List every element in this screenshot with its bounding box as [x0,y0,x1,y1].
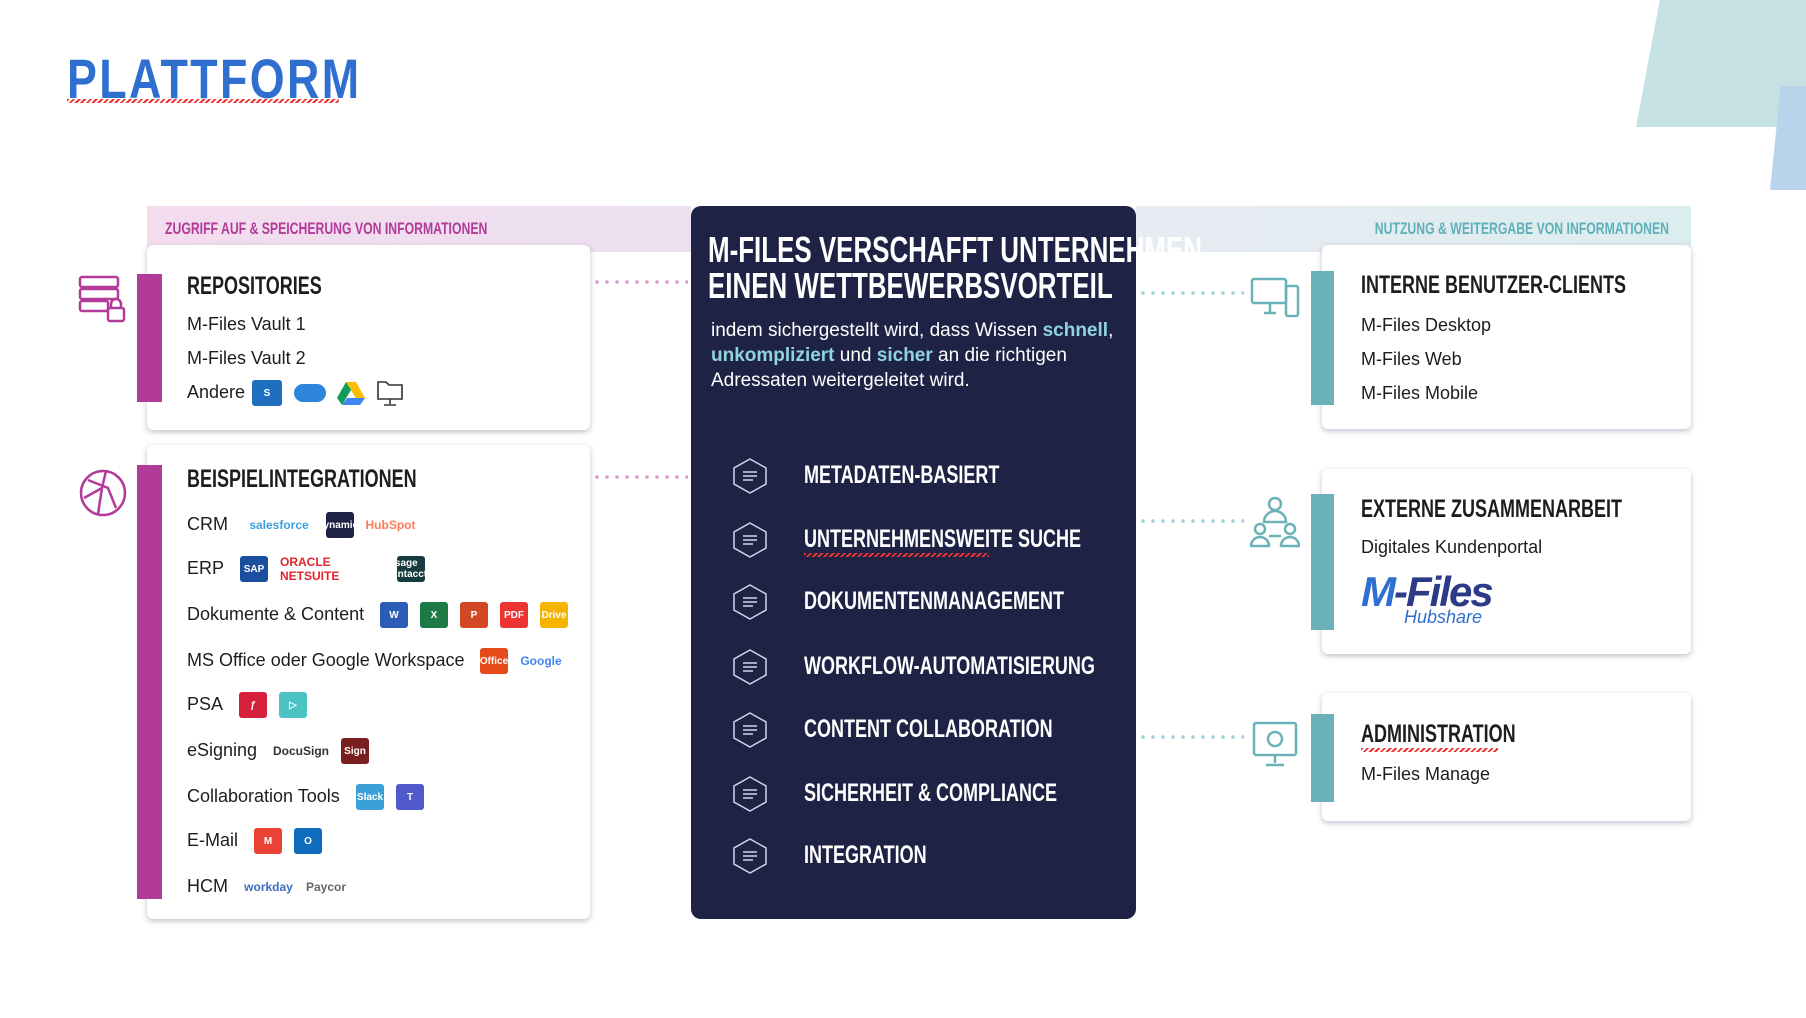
integration-label: Collaboration Tools [187,786,340,806]
monitor-gear-icon [1252,721,1298,767]
feature-label: UNTERNEHMENSWEITE SUCHE [804,525,1082,553]
feature-label: CONTENT COLLABORATION [804,715,1053,743]
integration-label: CRM [187,514,228,534]
m-logo: M [254,828,282,854]
connector [592,280,688,284]
puzzle-icon [731,837,769,880]
panel-title-line: EINEN WETTBEWERBSVORTEIL [708,265,1113,306]
w-logo: W [380,602,408,628]
t-logo: T [396,784,424,810]
server-lock-icon [78,275,126,323]
client-item: M-Files Desktop [1361,315,1492,335]
repo-item: Andere [187,382,246,402]
onedrive-icon [294,384,326,402]
integration-label: eSigning [187,740,258,760]
metadata-hexagon-icon [731,457,769,500]
client-item: M-Files Mobile [1361,383,1479,403]
slack-logo: Slack [356,784,384,810]
integration-label: E-Mail [187,830,239,850]
feature-label: METADATEN-BASIERT [804,461,1000,489]
--logo: ▷ [279,692,307,718]
feature-label: WORKFLOW-AUTOMATISIERUNG [804,652,1095,680]
center-panel: M-FILES VERSCHAFFT UNTERNEHMEN EINEN WET… [691,206,1202,919]
dynamics-logo: Dynamics [316,512,364,538]
--logo: ƒ [239,692,267,718]
collaboration-edit-icon [731,711,769,754]
hubshare-logo: Hubshare [1404,607,1483,627]
sage-intacct-logo: sage intacct [394,556,428,582]
x-logo: X [420,602,448,628]
document-star-icon [731,583,769,626]
salesforce-logo: salesforce [249,518,309,532]
pdf-logo: PDF [500,602,528,628]
integration-label: MS Office oder Google Workspace [187,650,465,670]
repo-item: M-Files Vault 1 [187,314,306,334]
network-folder-icon [377,381,403,406]
admin-item: M-Files Manage [1361,764,1491,784]
workflow-gear-icon [731,648,769,691]
integrations-title: BEISPIELINTEGRATIONEN [187,465,417,493]
paycor-logo: Paycor [305,880,347,894]
internal-title: INTERNE BENUTZER-CLIENTS [1361,271,1627,299]
google-logo: Google [520,654,562,668]
repositories-title: REPOSITORIES [187,272,322,300]
shield-person-icon [731,775,769,818]
binoculars-icon [731,521,769,564]
connector [1138,735,1244,739]
drive-logo: Drive [540,602,568,628]
feature-label: SICHERHEIT & COMPLIANCE [804,779,1058,807]
workday-logo: workday [244,880,293,894]
connector [1138,519,1244,523]
o-logo: O [294,828,322,854]
globe-network-icon [79,469,127,517]
repo-item: M-Files Vault 2 [187,348,306,368]
feature-label: DOKUMENTENMANAGEMENT [804,587,1064,615]
panel-text: indem sichergestellt wird, dass Wissen s… [711,320,1114,391]
connector [592,475,688,479]
feature-label: INTEGRATION [804,841,927,869]
google-drive-icon [337,382,365,405]
docusign-logo: DocuSign [273,744,329,758]
external-title: EXTERNE ZUSAMMENARBEIT [1361,495,1623,523]
sap-logo: SAP [240,556,268,582]
desktop-devices-icon [1250,277,1300,318]
client-item: M-Files Web [1361,349,1462,369]
panel-title-line: M-FILES VERSCHAFFT UNTERNEHMEN [708,229,1202,270]
integration-label: Dokumente & Content [187,604,365,624]
admin-title: ADMINISTRATION [1361,720,1516,748]
integration-label: ERP [187,558,225,578]
integration-label: HCM [187,876,228,896]
office-logo: Office [480,648,508,674]
people-network-icon [1250,496,1300,548]
integration-label: PSA [187,694,224,714]
hubspot-logo: HubSpot [365,518,416,532]
oracle-netsuite-logo: ORACLE NETSUITE [280,555,340,583]
p-logo: P [460,602,488,628]
sharepoint-icon: S [252,380,282,406]
admin-card [1322,693,1691,821]
sign-logo: Sign [341,738,369,764]
external-item: Digitales Kundenportal [1361,537,1543,557]
